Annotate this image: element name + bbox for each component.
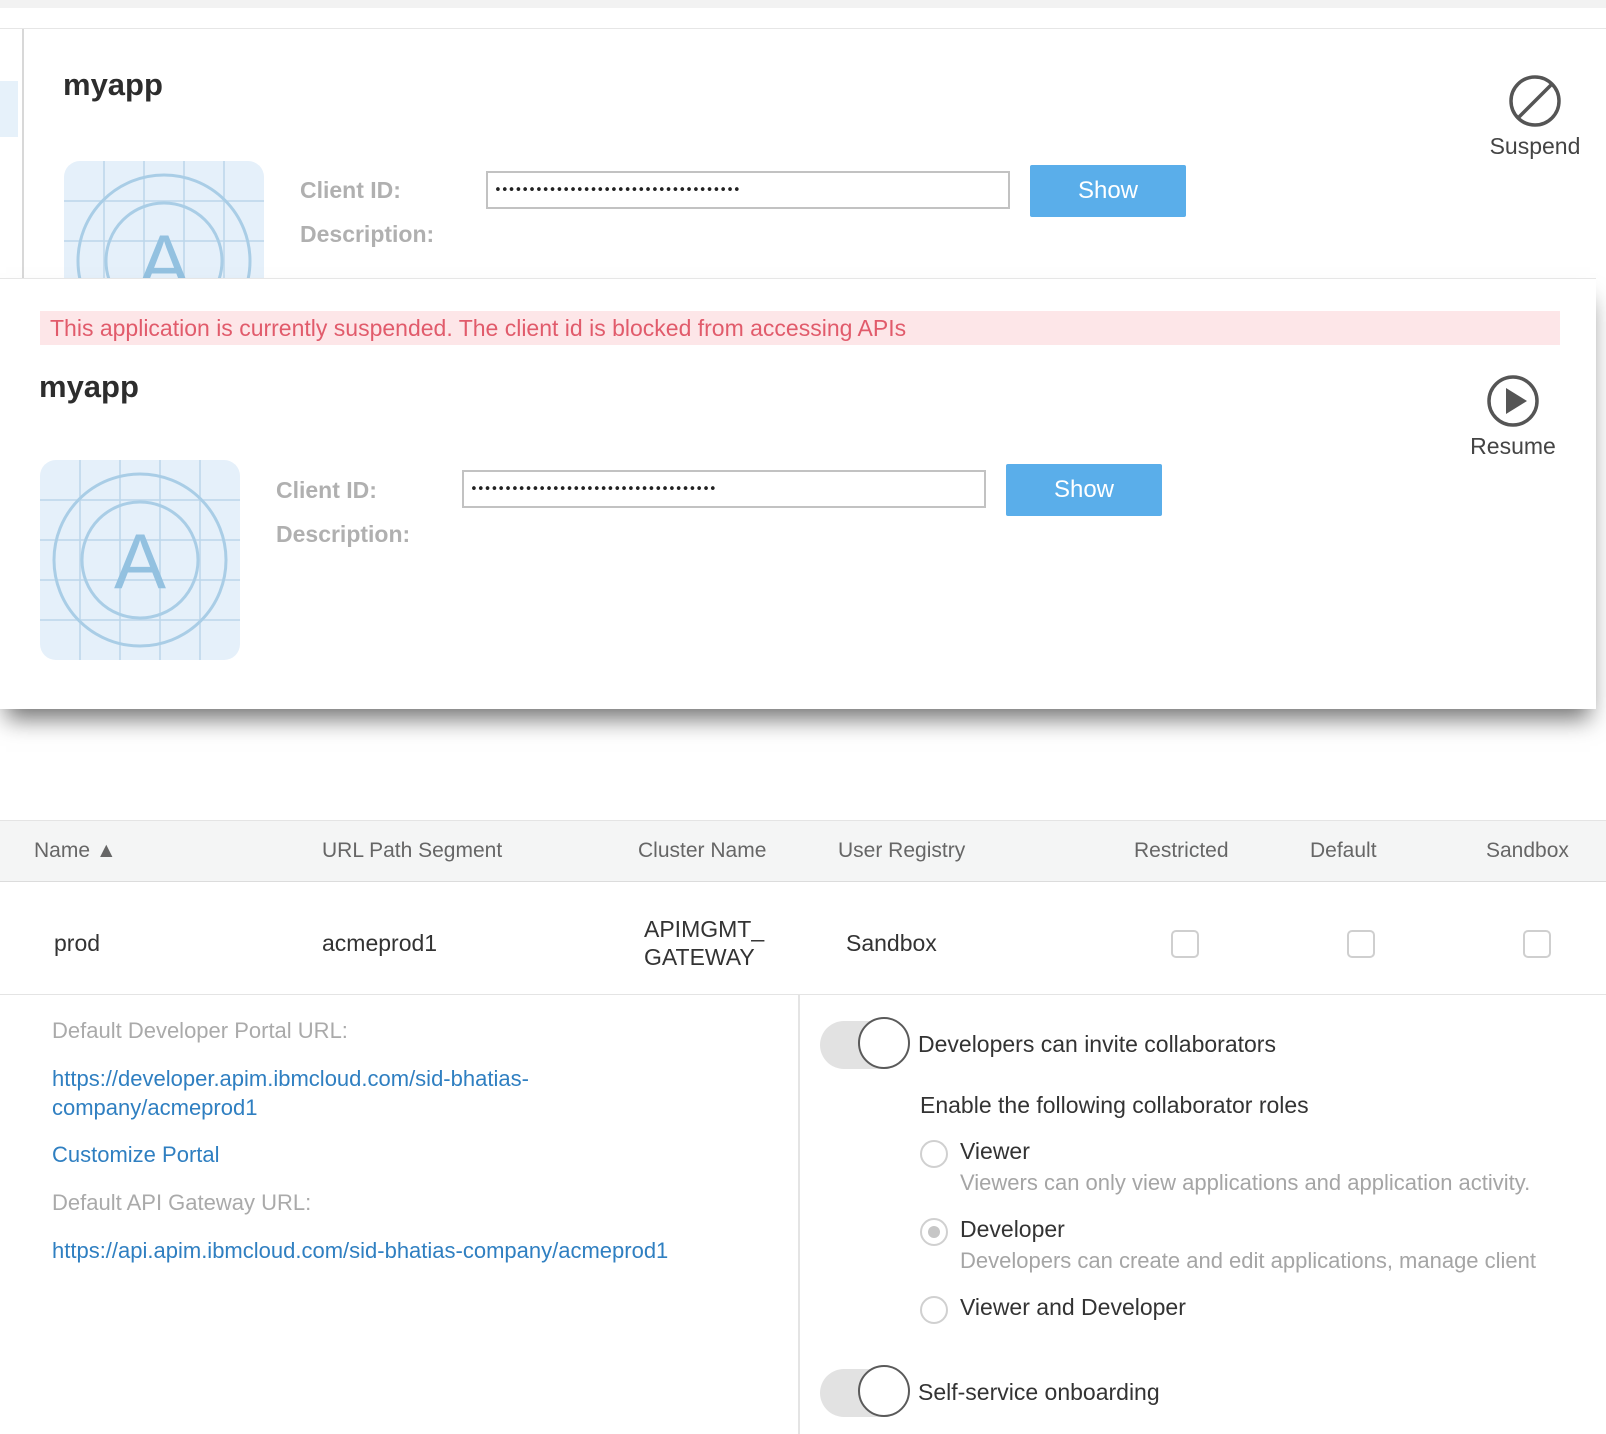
suspend-icon (1509, 75, 1561, 127)
radio-desc-developer: Developers can create and edit applicati… (960, 1248, 1537, 1273)
column-header-sandbox[interactable]: Sandbox (1486, 821, 1569, 881)
resume-button[interactable]: Resume (1453, 373, 1573, 460)
details-divider (798, 994, 800, 1434)
row-cluster-name-line2: GATEWAY (644, 944, 755, 970)
app-card-active: myapp A Client ID: Description: Show Sus… (0, 28, 1606, 279)
invite-collaborators-label: Developers can invite collaborators (918, 1031, 1276, 1057)
left-divider (22, 29, 24, 279)
app-avatar-icon: A (64, 161, 264, 279)
row-name: prod (54, 930, 101, 956)
suspend-label: Suspend (1489, 133, 1581, 159)
suspend-button[interactable]: Suspend (1475, 73, 1595, 160)
radio-label-developer: Developer (960, 1216, 1065, 1242)
radio-viewer-and-developer[interactable] (920, 1296, 948, 1324)
customize-portal-link[interactable]: Customize Portal (52, 1140, 652, 1169)
column-header-restricted[interactable]: Restricted (1134, 821, 1229, 881)
self-service-onboarding-toggle[interactable] (820, 1365, 910, 1419)
toggle-knob (858, 1017, 910, 1069)
client-id-field[interactable] (462, 470, 986, 508)
client-id-label: Client ID: (276, 477, 377, 503)
description-label: Description: (276, 521, 411, 547)
column-header-user-registry[interactable]: User Registry (838, 821, 965, 881)
app-avatar-icon: A (40, 460, 240, 660)
client-id-label: Client ID: (300, 177, 401, 203)
play-icon (1487, 375, 1539, 427)
table-header: Name ▲ URL Path Segment Cluster Name Use… (0, 820, 1606, 883)
radio-label-viewer: Viewer (960, 1138, 1030, 1164)
portal-url-link[interactable]: https://developer.apim.ibmcloud.com/sid-… (52, 1064, 652, 1122)
app-title: myapp (39, 369, 139, 404)
client-id-field[interactable] (486, 171, 1010, 209)
restricted-checkbox[interactable] (1171, 930, 1199, 958)
show-client-id-button[interactable]: Show (1030, 165, 1186, 217)
column-header-default[interactable]: Default (1310, 821, 1377, 881)
radio-desc-viewer: Viewers can only view applications and a… (960, 1170, 1531, 1195)
gateway-url-label: Default API Gateway URL: (52, 1190, 312, 1215)
gateway-url-link[interactable]: https://api.apim.ibmcloud.com/sid-bhatia… (52, 1236, 772, 1265)
portal-url-label: Default Developer Portal URL: (52, 1018, 348, 1043)
row-cluster-name-line1: APIMGMT_ (644, 916, 765, 942)
row-user-registry: Sandbox (846, 930, 937, 956)
column-header-cluster-name[interactable]: Cluster Name (638, 821, 766, 881)
suspended-banner: This application is currently suspended.… (40, 311, 1560, 345)
toggle-knob (858, 1365, 910, 1417)
table-row[interactable]: prod acmeprod1 APIMGMT_ GATEWAY Sandbox (0, 882, 1606, 995)
app-title: myapp (63, 67, 163, 102)
radio-developer[interactable] (920, 1218, 948, 1246)
nav-highlight (0, 81, 18, 137)
column-header-url-path-segment[interactable]: URL Path Segment (322, 821, 502, 881)
invite-collaborators-toggle[interactable] (820, 1017, 910, 1071)
show-client-id-button[interactable]: Show (1006, 464, 1162, 516)
avatar-letter: A (138, 218, 190, 279)
radio-label-viewer-and-developer: Viewer and Developer (960, 1294, 1186, 1320)
sandbox-checkbox[interactable] (1523, 930, 1551, 958)
roles-heading: Enable the following collaborator roles (920, 1092, 1309, 1118)
description-label: Description: (300, 221, 435, 247)
default-checkbox[interactable] (1347, 930, 1375, 958)
row-url-path-segment: acmeprod1 (322, 930, 438, 956)
resume-label: Resume (1470, 433, 1556, 459)
top-strip (0, 0, 1606, 8)
app-card-suspended: This application is currently suspended.… (0, 278, 1596, 709)
self-service-onboarding-label: Self-service onboarding (918, 1379, 1160, 1405)
radio-viewer[interactable] (920, 1140, 948, 1168)
avatar-letter: A (114, 517, 166, 605)
column-header-name[interactable]: Name ▲ (34, 821, 117, 881)
